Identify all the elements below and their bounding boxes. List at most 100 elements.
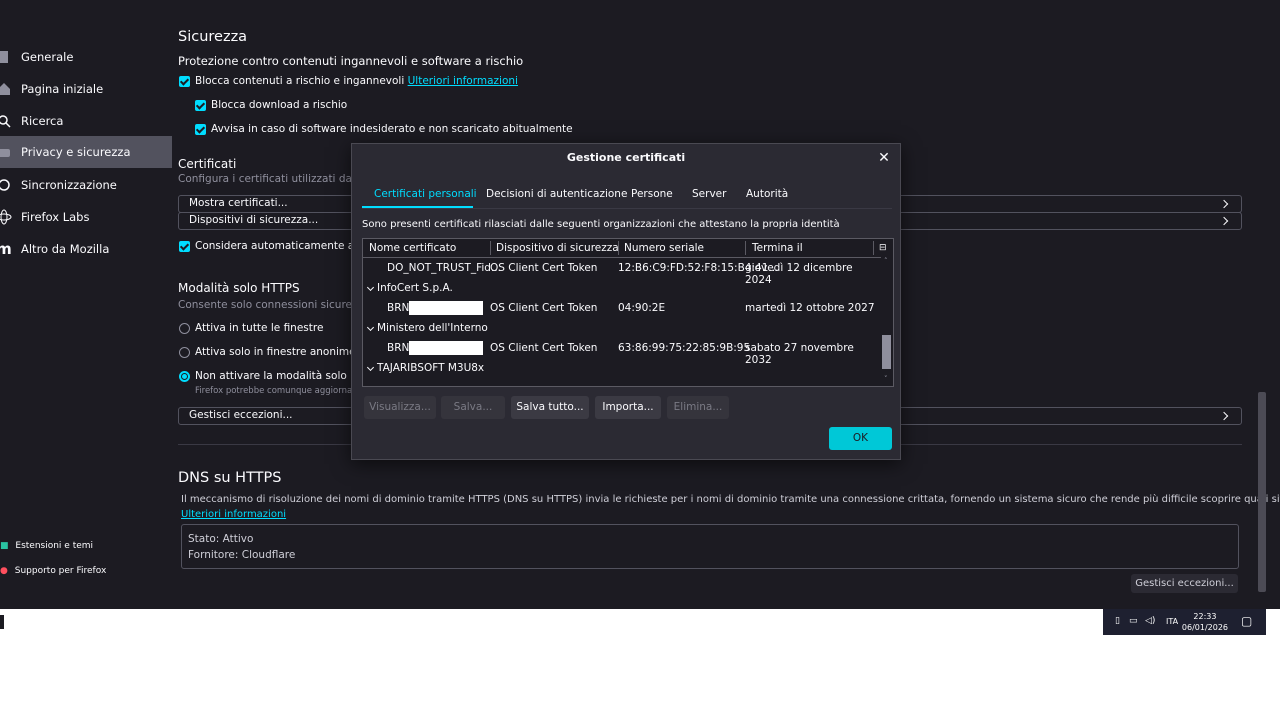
block-risky-label: Blocca contenuti a rischio e ingannevoli… [195,75,518,87]
column-header-device[interactable]: Dispositivo di sicurezza [496,239,619,257]
sync-icon [0,177,12,193]
sidebar-item-altro-mozilla[interactable]: m Altro da Mozilla [0,233,172,265]
show-certificates-label: Mostra certificati... [189,197,288,209]
tab-certificati-personali[interactable]: Certificati personali [374,188,477,200]
clock[interactable]: 22:33 06/01/2026 [1182,611,1228,633]
battery-icon[interactable]: ▯ [1115,616,1120,626]
block-risky-checkbox[interactable] [179,76,190,87]
mozilla-icon: m [0,240,12,258]
cert-serial: 04:90:2E [618,302,666,314]
dns-status: Stato: Attivo [188,533,254,545]
tab-persone[interactable]: Persone [631,188,673,200]
table-row[interactable]: DO_NOT_TRUST_Fid... OS Client Cert Token… [363,259,881,286]
delete-button[interactable]: Elimina... [667,396,729,419]
cert-device: OS Client Cert Token [490,262,598,274]
lock-icon [0,144,12,160]
tree-scrollbar[interactable]: ˄ ˅ [881,257,893,386]
dns-provider: Fornitore: Cloudflare [188,549,296,561]
sidebar-item-privacy[interactable]: Privacy e sicurezza [0,136,172,168]
language-indicator[interactable]: ITA [1166,617,1178,626]
more-info-link[interactable]: Ulteriori informazioni [408,75,518,87]
header-divider [363,257,893,258]
search-icon [0,113,12,129]
column-header-name[interactable]: Nome certificato [369,239,456,257]
tabs-divider [362,208,892,209]
import-button[interactable]: Importa... [595,396,661,419]
dns-status-box: Stato: Attivo Fornitore: Cloudflare [181,524,1239,569]
sidebar-item-label: Pagina iniziale [21,82,104,96]
ok-button[interactable]: OK [829,427,892,450]
sidebar-item-label: Sincronizzazione [21,178,117,192]
sidebar-item-ricerca[interactable]: Ricerca [0,105,172,137]
sidebar-item-label: Altro da Mozilla [21,242,110,256]
sidebar-item-firefox-labs[interactable]: Firefox Labs [0,201,172,233]
sidebar-footer-support[interactable]: ● Supporto per Firefox [0,566,106,576]
cert-name: BRN [387,302,410,314]
chevron-right-icon [1219,411,1229,421]
sidebar-item-label: Ricerca [21,114,64,128]
column-separator [490,241,491,255]
close-icon[interactable]: ✕ [876,150,892,166]
https-off-radio[interactable] [179,371,190,382]
scroll-thumb[interactable] [882,335,891,369]
taskbar [0,609,1280,635]
start-icon[interactable] [0,615,4,629]
gear-icon [0,49,12,65]
chevron-down-icon [366,283,375,292]
sidebar-item-pagina-iniziale[interactable]: Pagina iniziale [0,73,172,105]
puzzle-icon: ■ [0,541,9,551]
tree-group-row[interactable]: Ministero dell'Interno [363,319,881,339]
sidebar-item-label: Generale [21,50,74,64]
https-private-radio[interactable] [179,347,190,358]
tree-group-row[interactable]: TAJARIBSOFT M3U8x [363,359,881,379]
chevron-down-icon [366,323,375,332]
column-header-serial[interactable]: Numero seriale [624,239,704,257]
tab-autorita[interactable]: Autorità [746,188,788,200]
https-manage-exceptions-label: Gestisci eccezioni... [189,409,293,421]
cert-name: BRN [387,342,410,354]
notifications-icon[interactable]: ▢ [1241,614,1252,628]
column-picker-icon[interactable]: ⊟ [879,239,887,257]
table-row[interactable]: BRN OS Client Cert Token 63:86:99:75:22:… [363,339,881,366]
view-button[interactable]: Visualizza... [364,396,436,419]
certificate-tree[interactable]: Nome certificato Dispositivo di sicurezz… [362,238,894,387]
warn-unwanted-checkbox[interactable] [195,124,206,135]
dns-more-info-link[interactable]: Ulteriori informazioni [181,509,286,520]
page-scrollbar[interactable] [1258,392,1266,592]
tab-decisioni-autenticazione[interactable]: Decisioni di autenticazione [486,188,627,200]
certificate-manager-dialog: Gestione certificati ✕ Certificati perso… [351,143,901,460]
tab-server[interactable]: Server [692,188,726,200]
volume-icon[interactable]: ◁) [1145,616,1155,626]
column-separator [873,241,874,255]
flask-icon [0,209,12,225]
network-icon[interactable]: ▭ [1129,616,1138,626]
dns-title: DNS su HTTPS [178,470,282,486]
sidebar-item-sincronizzazione[interactable]: Sincronizzazione [0,169,172,201]
auto-trust-checkbox[interactable] [179,241,190,252]
block-downloads-checkbox[interactable] [195,100,206,111]
sidebar-footer-label: Estensioni e temi [15,541,94,551]
save-all-button[interactable]: Salva tutto... [511,396,589,419]
scroll-down-icon[interactable]: ˅ [884,375,888,383]
sidebar-item-label: Firefox Labs [21,210,90,224]
https-all-radio[interactable] [179,323,190,334]
redaction-box [409,341,483,355]
security-title: Sicurezza [178,29,248,45]
tree-group-row[interactable]: InfoCert S.p.A. [363,279,881,299]
dialog-title: Gestione certificati [566,151,686,164]
sidebar-item-generale[interactable]: Generale [0,41,172,73]
cert-device: OS Client Cert Token [490,342,598,354]
sidebar-footer-label: Supporto per Firefox [14,566,107,576]
certificates-title: Certificati [178,157,237,171]
dns-manage-exceptions-button[interactable]: Gestisci eccezioni... [1131,574,1238,593]
scroll-up-icon[interactable]: ˄ [884,257,888,265]
chevron-right-icon [1219,216,1229,226]
column-header-expires[interactable]: Termina il [752,239,803,257]
block-downloads-label: Blocca download a rischio [211,99,348,111]
security-devices-label: Dispositivi di sicurezza... [189,214,319,226]
save-button[interactable]: Salva... [441,396,505,419]
table-row[interactable]: BRN OS Client Cert Token 04:90:2E marted… [363,299,881,319]
sidebar-footer-extensions[interactable]: ■ Estensioni e temi [0,541,93,551]
group-name: InfoCert S.p.A. [377,282,453,294]
chevron-down-icon [366,363,375,372]
